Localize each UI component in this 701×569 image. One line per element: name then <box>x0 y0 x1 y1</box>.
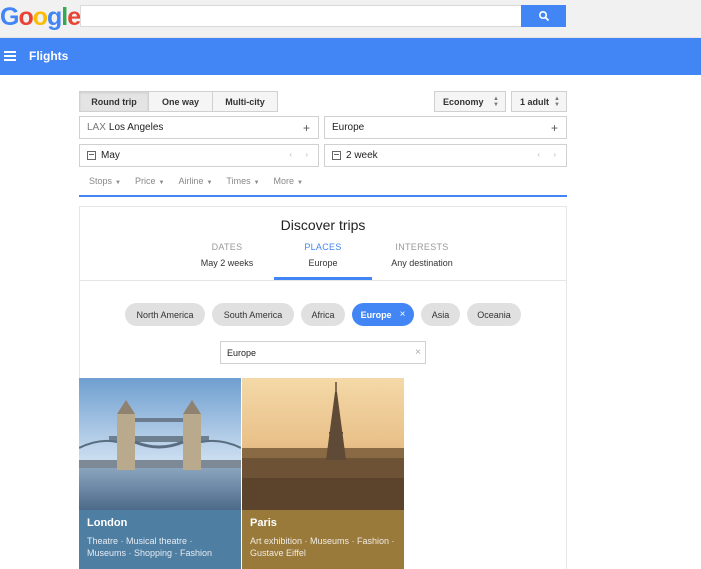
tabs-divider <box>79 280 567 281</box>
tab-value: May 2 weeks <box>200 258 254 268</box>
caret-down-icon: ▼ <box>158 180 165 186</box>
trip-type-round-trip[interactable]: Round trip <box>79 91 149 112</box>
london-image <box>79 378 241 510</box>
logo-letter-o2: o <box>32 3 48 31</box>
card-tags: Art exhibition · Museums · Fashion · Gus… <box>250 536 395 558</box>
clear-icon[interactable]: × <box>415 347 421 358</box>
card-city: London <box>87 517 128 529</box>
destination-value: Europe <box>332 122 365 133</box>
cabin-select[interactable]: Economy ▲ ▼ <box>434 91 506 112</box>
filter-airline[interactable]: Airline ▼ <box>178 176 212 186</box>
card-info: London Theatre · Musical theatre · Museu… <box>79 510 241 569</box>
logo-letter-g2: g <box>47 3 62 31</box>
passengers-value: 1 adult <box>520 96 550 107</box>
plus-icon[interactable]: + <box>303 121 310 135</box>
close-icon[interactable]: × <box>400 309 406 320</box>
caret-down-icon: ▼ <box>253 180 260 186</box>
filter-stops[interactable]: Stops ▼ <box>89 176 121 186</box>
search-button[interactable] <box>521 5 566 27</box>
card-city: Paris <box>250 517 277 529</box>
chevron-left-icon[interactable]: ‹ <box>289 150 292 159</box>
destination-field[interactable]: Europe + <box>324 116 567 139</box>
search-icon <box>538 10 549 22</box>
filter-label: Price <box>134 176 156 186</box>
tab-interests[interactable]: INTERESTS Any destination <box>377 242 467 268</box>
origin-city: Los Angeles <box>108 122 164 133</box>
filter-label: More <box>273 176 295 186</box>
logo-letter-o1: o <box>18 3 33 31</box>
nav-title[interactable]: Flights <box>29 49 68 63</box>
caret-down-icon: ▼ <box>115 180 121 186</box>
passengers-select[interactable]: 1 adult ▲ ▼ <box>511 91 567 112</box>
card-tags: Theatre · Musical theatre · Museums · Sh… <box>87 536 213 558</box>
region-input-value: Europe <box>227 347 257 358</box>
depart-date-field[interactable]: May ‹ › <box>79 144 319 167</box>
logo-letter-g: G <box>0 3 19 31</box>
tab-value: Europe <box>308 258 338 268</box>
filter-label: Stops <box>89 176 113 186</box>
chip-south-america[interactable]: South America <box>212 303 294 326</box>
destination-card-paris[interactable]: Paris Art exhibition · Museums · Fashion… <box>242 378 404 569</box>
trip-type-multi-city[interactable]: Multi-city <box>212 91 278 112</box>
calendar-icon <box>332 151 341 160</box>
google-logo[interactable]: Google <box>0 3 81 32</box>
updown-icon: ▲ ▼ <box>493 96 499 108</box>
tab-label: DATES <box>211 242 243 252</box>
chip-label: Europe <box>360 309 392 320</box>
tab-dates[interactable]: DATES May 2 weeks <box>185 242 269 268</box>
chevron-right-icon[interactable]: › <box>305 150 308 159</box>
origin-field[interactable]: LAX Los Angeles + <box>79 116 319 139</box>
chip-oceania[interactable]: Oceania <box>467 303 521 326</box>
filter-price[interactable]: Price ▼ <box>135 176 164 186</box>
chevron-left-icon[interactable]: ‹ <box>537 150 540 159</box>
search-input[interactable] <box>80 5 522 27</box>
caret-down-icon: ▼ <box>297 180 303 186</box>
caret-down-icon: ▼ <box>206 180 213 186</box>
nav-bar: Flights <box>0 38 701 75</box>
depart-value: May <box>101 150 120 161</box>
updown-icon: ▲ ▼ <box>554 96 560 108</box>
hamburger-icon[interactable] <box>4 51 16 61</box>
filter-label: Times <box>226 176 251 186</box>
tab-places[interactable]: PLACES Europe <box>274 242 372 268</box>
cabin-value: Economy <box>443 96 484 107</box>
calendar-icon <box>87 151 96 160</box>
discover-title: Discover trips <box>280 217 366 233</box>
origin-code: LAX <box>87 122 106 133</box>
plus-icon[interactable]: + <box>551 121 558 135</box>
chip-africa[interactable]: Africa <box>301 303 345 326</box>
trip-length-field[interactable]: 2 week ‹ › <box>324 144 567 167</box>
tab-value: Any destination <box>391 258 453 268</box>
filter-bar: Stops ▼ Price ▼ Airline ▼ Times ▼ More ▼ <box>89 176 303 186</box>
tab-label: INTERESTS <box>395 242 449 252</box>
logo-letter-e: e <box>67 3 81 31</box>
chip-north-america[interactable]: North America <box>125 303 205 326</box>
filter-label: Airline <box>178 176 204 186</box>
paris-image <box>242 378 404 510</box>
top-bar: Google <box>0 0 701 38</box>
trip-type-one-way[interactable]: One way <box>148 91 213 112</box>
card-info: Paris Art exhibition · Museums · Fashion… <box>242 510 404 569</box>
destination-card-london[interactable]: London Theatre · Musical theatre · Museu… <box>79 378 241 569</box>
duration-value: 2 week <box>346 150 378 161</box>
filter-times[interactable]: Times ▼ <box>226 176 259 186</box>
filter-more[interactable]: More ▼ <box>274 176 303 186</box>
filter-divider <box>79 195 567 197</box>
chevron-right-icon[interactable]: › <box>553 150 556 159</box>
tab-label: PLACES <box>304 242 342 252</box>
region-search-input[interactable]: Europe × <box>220 341 426 364</box>
chip-asia[interactable]: Asia <box>421 303 460 326</box>
chip-europe[interactable]: Europe × <box>352 303 414 326</box>
